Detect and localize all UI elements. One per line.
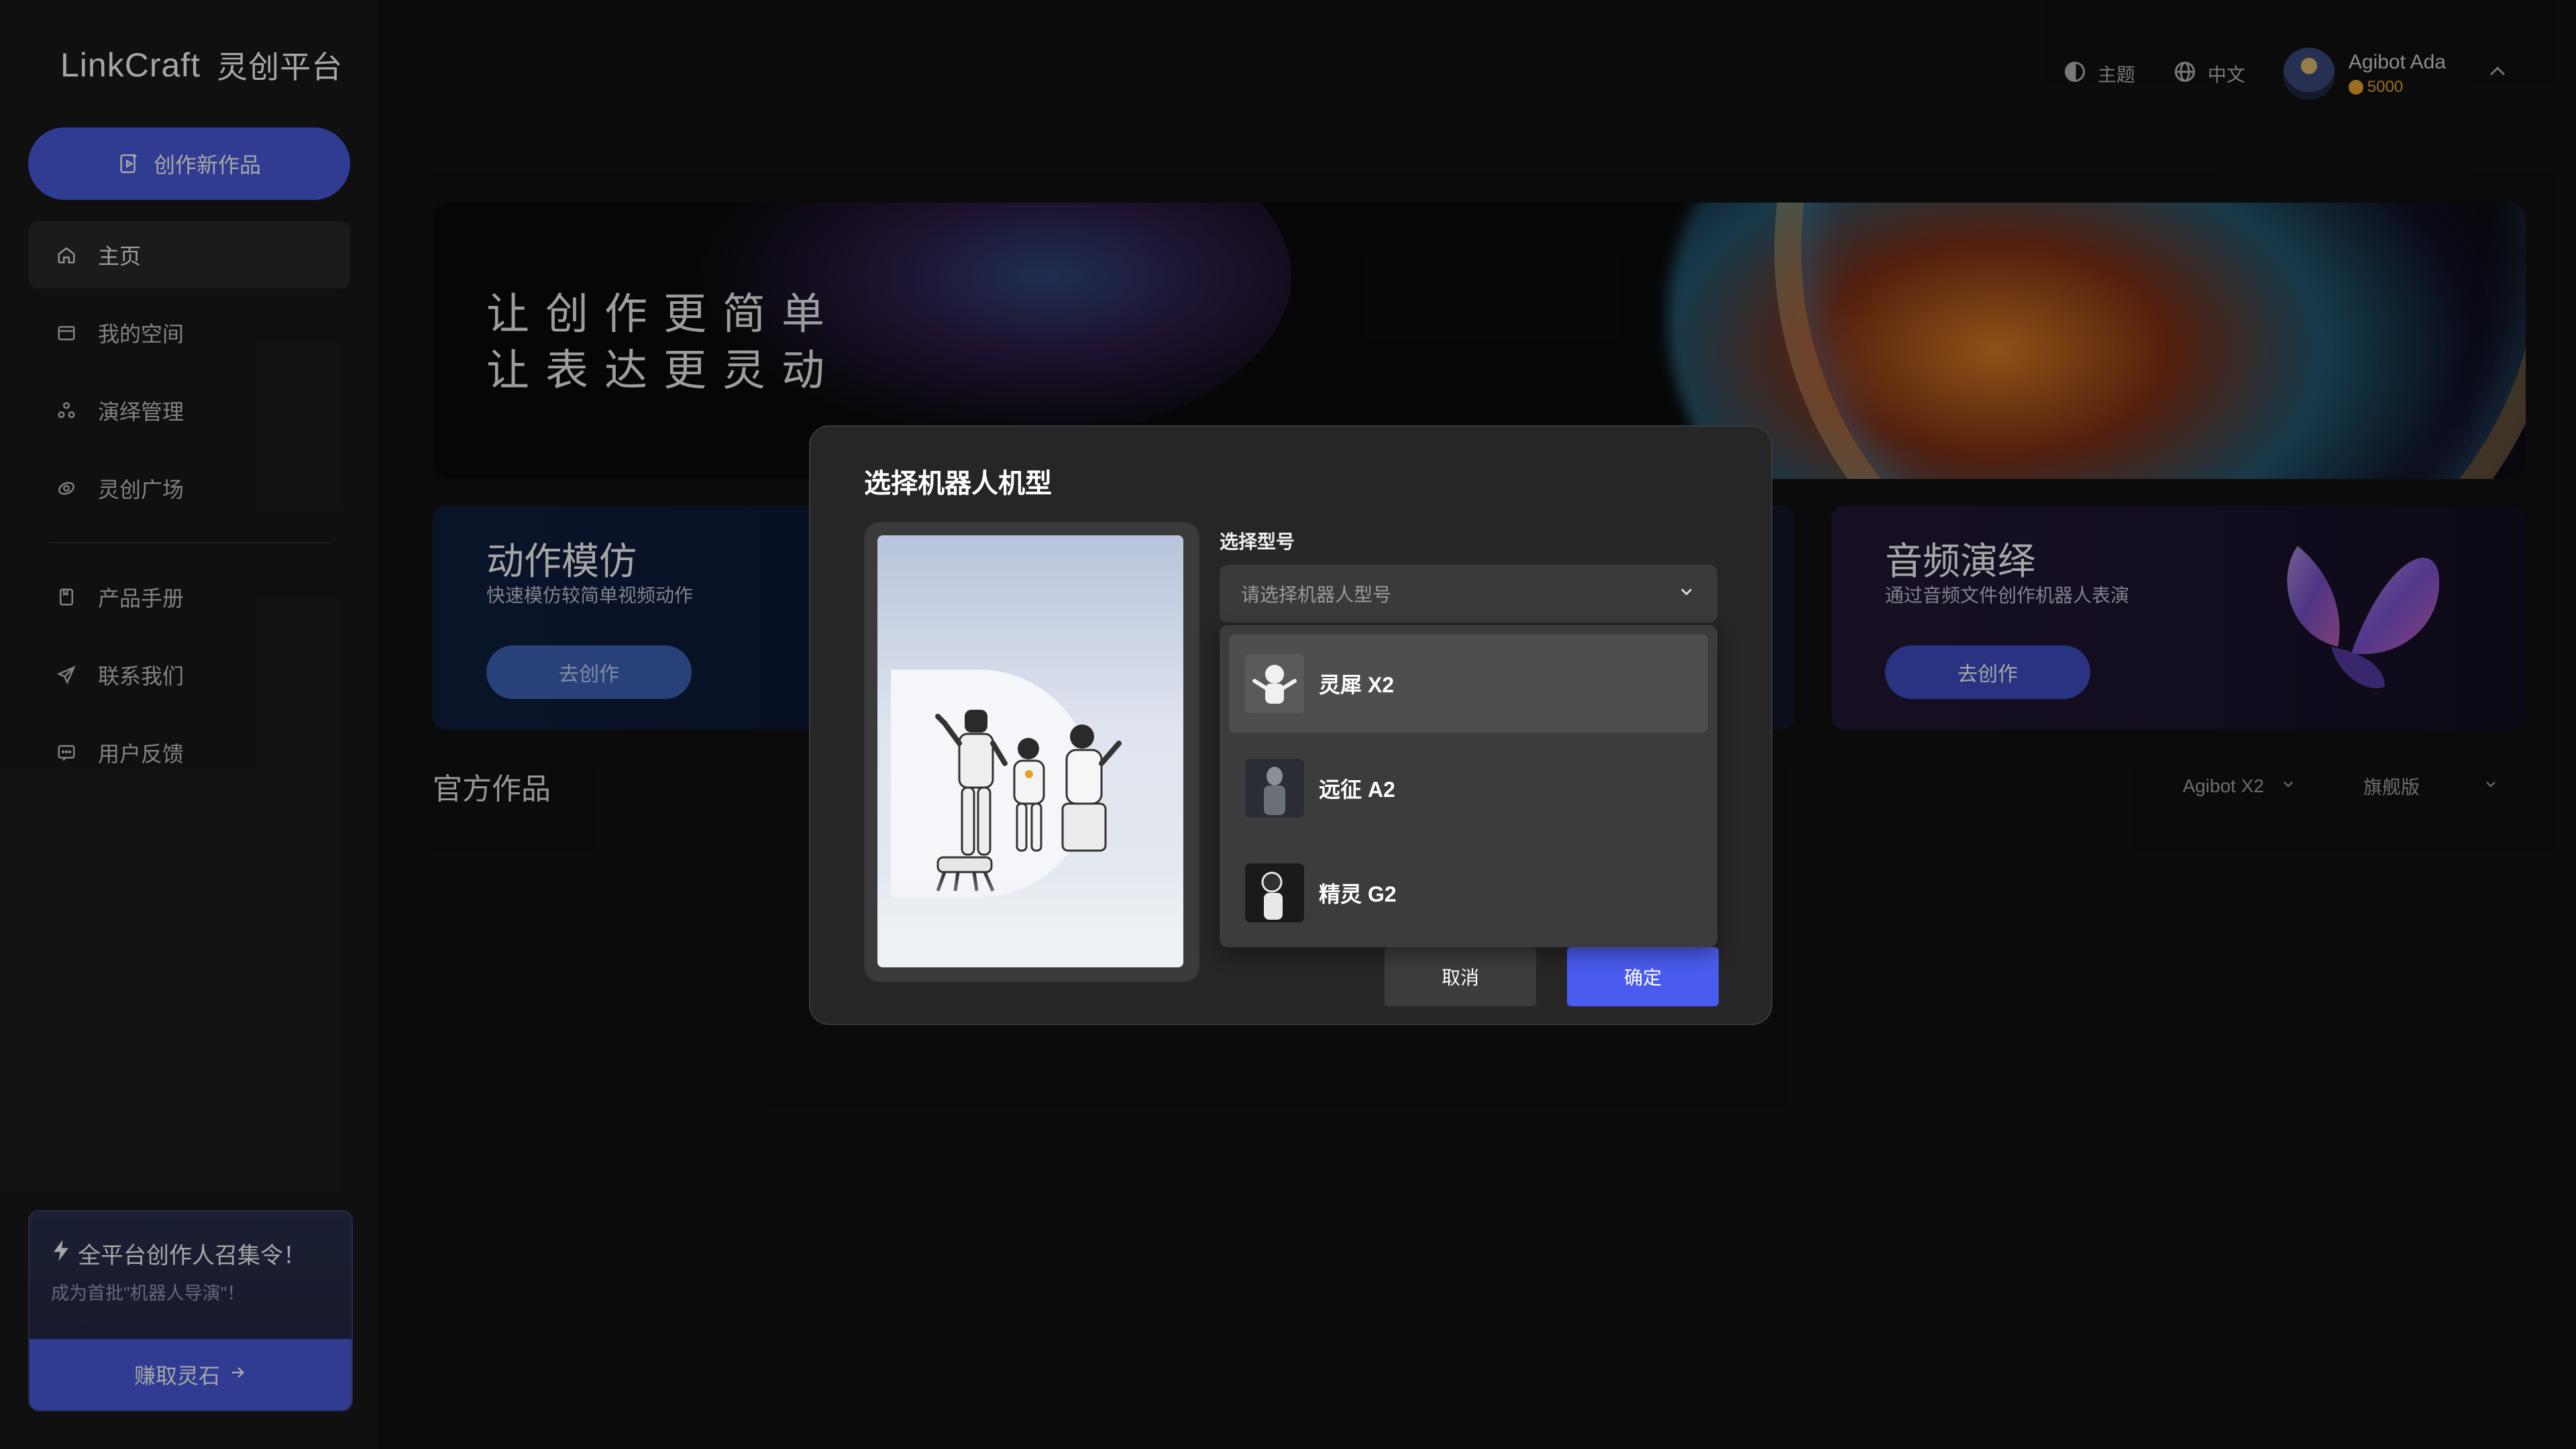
robot-model-select[interactable]: 请选择机器人型号 <box>1220 565 1717 623</box>
robot-thumbnail <box>1245 654 1304 713</box>
model-field-label: 选择型号 <box>1220 531 1295 552</box>
preview-floor <box>877 873 1183 967</box>
robot-model-dropdown: 灵犀 X2 远征 A2 精灵 G2 <box>1220 625 1717 947</box>
cancel-button[interactable]: 取消 <box>1385 947 1536 1006</box>
robot-preview-image <box>877 535 1183 967</box>
chevron-down-icon <box>1677 582 1696 606</box>
confirm-button[interactable]: 确定 <box>1567 947 1719 1006</box>
select-placeholder: 请选择机器人型号 <box>1241 584 1392 605</box>
robots-illustration <box>935 710 1122 892</box>
option-label: 灵犀 X2 <box>1319 673 1395 697</box>
option-jingling-g2[interactable]: 精灵 G2 <box>1229 844 1708 942</box>
robot-thumbnail <box>1245 863 1304 922</box>
select-robot-modal: 选择机器人机型 选择型号 请选择机器人型号 取消 确定 灵犀 X2 远征 A2 … <box>809 425 1772 1025</box>
option-yuanzheng-a2[interactable]: 远征 A2 <box>1229 739 1708 837</box>
option-label: 远征 A2 <box>1319 777 1395 802</box>
option-label: 精灵 G2 <box>1319 882 1397 906</box>
robot-preview-frame <box>864 522 1199 982</box>
robot-thumbnail <box>1245 759 1304 818</box>
option-lingxi-x2[interactable]: 灵犀 X2 <box>1229 635 1708 733</box>
modal-title: 选择机器人机型 <box>864 469 1052 498</box>
